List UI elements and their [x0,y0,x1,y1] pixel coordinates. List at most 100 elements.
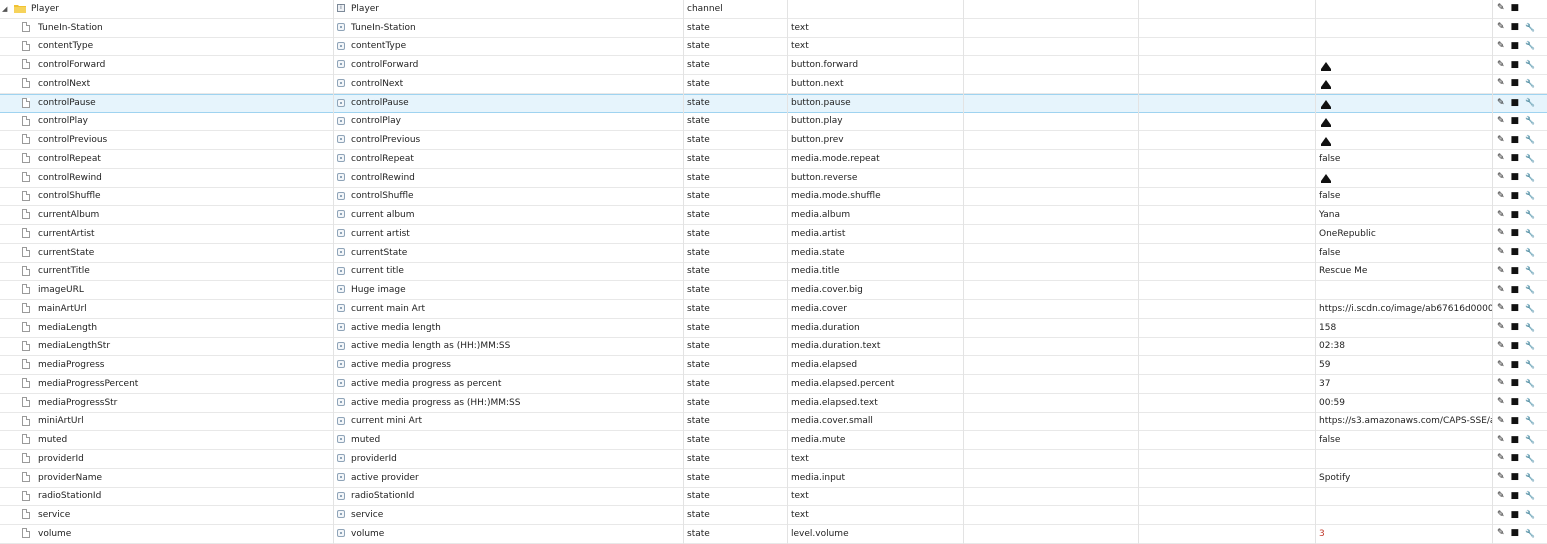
wrench-icon[interactable]: 🔧 [1525,492,1535,500]
wrench-icon[interactable]: 🔧 [1525,42,1535,50]
edit-icon[interactable]: ✎ [1497,304,1505,313]
collapse-toggle-icon[interactable]: ◢ [2,5,7,13]
edit-icon[interactable]: ✎ [1497,510,1505,520]
delete-icon[interactable]: ■ [1511,360,1520,370]
wrench-icon[interactable]: 🔧 [1525,417,1535,425]
edit-icon[interactable]: ✎ [1497,360,1505,370]
delete-icon[interactable]: ■ [1511,323,1520,332]
wrench-icon[interactable]: 🔧 [1525,436,1535,444]
eject-button-icon[interactable] [1321,174,1331,184]
edit-icon[interactable]: ✎ [1497,116,1505,126]
delete-icon[interactable]: ■ [1511,41,1520,51]
edit-icon[interactable]: ✎ [1497,529,1505,538]
edit-icon[interactable]: ✎ [1497,266,1505,276]
edit-icon[interactable]: ✎ [1497,248,1505,257]
eject-button-icon[interactable] [1321,99,1331,109]
wrench-icon[interactable]: 🔧 [1525,398,1535,407]
eject-button-icon[interactable] [1321,117,1331,127]
function-cell [1138,113,1315,131]
edit-icon[interactable]: ✎ [1497,173,1505,182]
edit-icon[interactable]: ✎ [1497,435,1505,445]
edit-icon[interactable]: ✎ [1497,285,1505,295]
edit-icon[interactable]: ✎ [1497,4,1505,13]
edit-icon[interactable]: ✎ [1497,41,1505,51]
wrench-icon[interactable]: 🔧 [1525,379,1535,388]
delete-icon[interactable]: ■ [1511,491,1520,501]
delete-icon[interactable]: ■ [1511,510,1520,520]
wrench-icon[interactable]: 🔧 [1525,79,1535,88]
eject-button-icon[interactable] [1321,61,1331,71]
object-type: state [687,266,710,277]
delete-icon[interactable]: ■ [1511,379,1520,388]
delete-icon[interactable]: ■ [1511,454,1520,463]
wrench-icon[interactable]: 🔧 [1525,229,1535,238]
edit-icon[interactable]: ✎ [1497,135,1505,145]
edit-icon[interactable]: ✎ [1497,379,1505,388]
delete-icon[interactable]: ■ [1511,210,1520,220]
delete-icon[interactable]: ■ [1511,23,1520,32]
delete-icon[interactable]: ■ [1511,248,1520,257]
wrench-icon[interactable]: 🔧 [1525,342,1535,350]
delete-icon[interactable]: ■ [1511,341,1520,351]
wrench-icon[interactable]: 🔧 [1525,192,1535,200]
edit-icon[interactable]: ✎ [1497,454,1505,463]
edit-icon[interactable]: ✎ [1497,491,1505,501]
delete-icon[interactable]: ■ [1511,191,1520,201]
edit-icon[interactable]: ✎ [1497,210,1505,220]
edit-icon[interactable]: ✎ [1497,79,1505,88]
edit-icon[interactable]: ✎ [1497,229,1505,238]
edit-icon[interactable]: ✎ [1497,23,1505,32]
delete-icon[interactable]: ■ [1511,304,1520,313]
wrench-icon[interactable]: 🔧 [1525,211,1535,219]
edit-icon[interactable]: ✎ [1497,154,1505,163]
delete-icon[interactable]: ■ [1511,79,1520,88]
function-cell [1138,450,1315,468]
name-cell: muted [333,431,683,449]
eject-button-icon[interactable] [1321,80,1331,90]
edit-icon[interactable]: ✎ [1497,398,1505,407]
wrench-icon[interactable]: 🔧 [1525,286,1535,294]
edit-icon[interactable]: ✎ [1497,191,1505,201]
wrench-icon[interactable]: 🔧 [1525,248,1535,257]
wrench-icon[interactable]: 🔧 [1525,117,1535,125]
wrench-icon[interactable]: 🔧 [1525,511,1535,519]
delete-icon[interactable]: ■ [1511,154,1520,163]
wrench-icon[interactable]: 🔧 [1525,99,1535,107]
wrench-icon[interactable]: 🔧 [1525,473,1535,482]
wrench-icon[interactable]: 🔧 [1525,529,1535,538]
delete-icon[interactable]: ■ [1511,229,1520,238]
wrench-icon[interactable]: 🔧 [1525,61,1535,69]
wrench-icon[interactable]: 🔧 [1525,154,1535,163]
delete-icon[interactable]: ■ [1511,60,1520,70]
delete-icon[interactable]: ■ [1511,435,1520,445]
delete-icon[interactable]: ■ [1511,285,1520,295]
edit-icon[interactable]: ✎ [1497,98,1505,108]
wrench-icon[interactable]: 🔧 [1525,323,1535,332]
delete-icon[interactable]: ■ [1511,4,1520,13]
delete-icon[interactable]: ■ [1511,266,1520,276]
wrench-icon[interactable]: 🔧 [1525,23,1535,32]
edit-icon[interactable]: ✎ [1497,416,1505,426]
delete-icon[interactable]: ■ [1511,98,1520,108]
edit-icon[interactable]: ✎ [1497,323,1505,332]
wrench-icon[interactable]: 🔧 [1525,267,1535,275]
room-cell [963,19,1138,37]
wrench-icon[interactable]: 🔧 [1525,361,1535,369]
delete-icon[interactable]: ■ [1511,529,1520,538]
delete-icon[interactable]: ■ [1511,173,1520,182]
edit-icon[interactable]: ✎ [1497,473,1505,482]
edit-icon[interactable]: ✎ [1497,60,1505,70]
edit-icon[interactable]: ✎ [1497,341,1505,351]
object-id: controlForward [38,60,106,71]
wrench-icon[interactable]: 🔧 [1525,304,1535,313]
eject-button-icon[interactable] [1321,136,1331,146]
wrench-icon[interactable]: 🔧 [1525,173,1535,182]
delete-icon[interactable]: ■ [1511,398,1520,407]
delete-icon[interactable]: ■ [1511,116,1520,126]
actions-cell: ✎ ■ 🔧 [1492,113,1547,131]
delete-icon[interactable]: ■ [1511,135,1520,145]
wrench-icon[interactable]: 🔧 [1525,454,1535,463]
delete-icon[interactable]: ■ [1511,416,1520,426]
delete-icon[interactable]: ■ [1511,473,1520,482]
wrench-icon[interactable]: 🔧 [1525,136,1535,144]
